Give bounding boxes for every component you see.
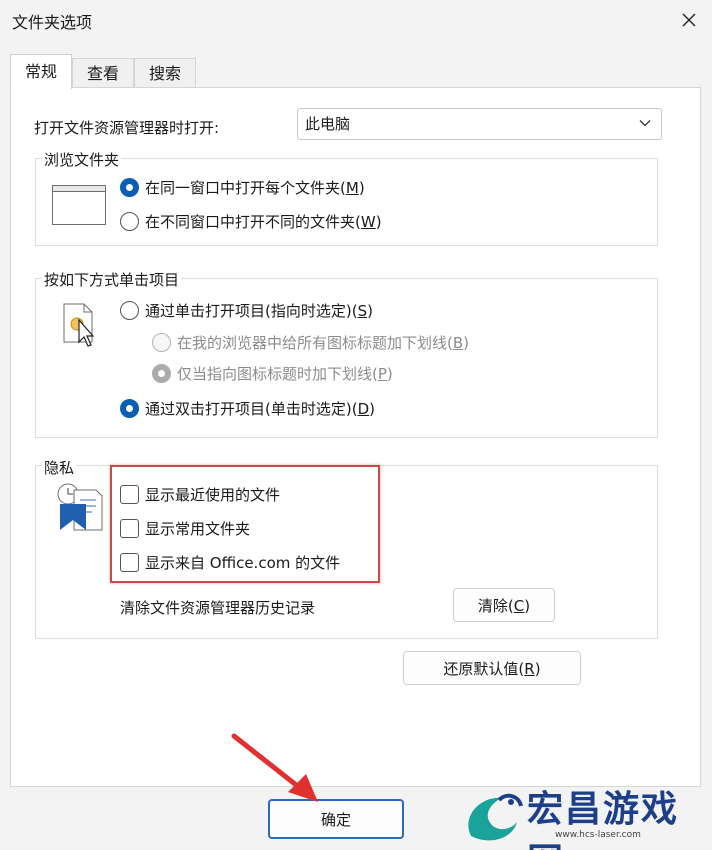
radio-new-window[interactable]: 在不同窗口中打开不同的文件夹(W): [120, 211, 382, 232]
radio-double-click-label: 通过双击打开项目(单击时选定)(D): [145, 400, 375, 418]
click-items-title: 按如下方式单击项目: [42, 269, 182, 290]
clear-button-label: 清除(C): [477, 596, 531, 615]
radio-same-window-label: 在同一窗口中打开每个文件夹(M): [145, 179, 365, 197]
clear-history-label: 清除文件资源管理器历史记录: [120, 599, 316, 617]
radio-indicator: [120, 301, 139, 320]
recent-files-icon: [57, 483, 103, 531]
radio-single-click-label: 通过单击打开项目(指向时选定)(S): [145, 302, 373, 320]
tab-general[interactable]: 常规: [10, 54, 73, 89]
tab-view[interactable]: 查看: [72, 58, 135, 88]
restore-defaults-button[interactable]: 还原默认值(R): [403, 651, 581, 685]
restore-defaults-label: 还原默认值(R): [443, 659, 541, 678]
radio-underline-all[interactable]: 在我的浏览器中给所有图标标题加下划线(B): [152, 332, 469, 353]
annotation-arrow-icon: [231, 733, 318, 802]
tab-search[interactable]: 搜索: [134, 58, 197, 88]
radio-underline-point-label: 仅当指向图标标题时加下划线(P): [177, 365, 393, 383]
radio-underline-all-label: 在我的浏览器中给所有图标标题加下划线(B): [177, 334, 470, 352]
radio-indicator: [152, 364, 171, 383]
dragon-logo-icon: [468, 793, 523, 841]
open-explorer-label: 打开文件资源管理器时打开:: [34, 119, 220, 137]
privacy-title: 隐私: [42, 457, 77, 478]
document-cursor-icon: [63, 303, 95, 347]
radio-indicator: [120, 399, 139, 418]
browse-folders-title: 浏览文件夹: [42, 149, 122, 170]
ok-button-label: 确定: [320, 810, 351, 829]
radio-double-click[interactable]: 通过双击打开项目(单击时选定)(D): [120, 398, 375, 419]
radio-indicator: [120, 178, 139, 197]
close-button[interactable]: [666, 0, 712, 40]
open-explorer-value: 此电脑: [305, 115, 351, 133]
chevron-down-icon: [639, 120, 651, 127]
title-bar: 文件夹选项: [0, 0, 712, 40]
tab-strip: 常规 查看 搜索: [10, 54, 197, 89]
annotation-highlight-box: [110, 465, 380, 583]
window-preview-icon: [52, 185, 106, 225]
watermark: 宏昌游戏网 www.hcs-laser.com: [455, 760, 712, 850]
open-explorer-select[interactable]: 此电脑: [297, 108, 662, 140]
radio-indicator: [152, 333, 171, 352]
clear-button[interactable]: 清除(C): [453, 588, 555, 622]
radio-same-window[interactable]: 在同一窗口中打开每个文件夹(M): [120, 177, 365, 198]
browse-folders-group: [35, 158, 658, 246]
radio-single-click[interactable]: 通过单击打开项目(指向时选定)(S): [120, 300, 373, 321]
watermark-url: www.hcs-laser.com: [555, 830, 641, 840]
radio-indicator: [120, 212, 139, 231]
close-icon: [682, 13, 696, 27]
radio-underline-point[interactable]: 仅当指向图标标题时加下划线(P): [152, 363, 393, 384]
window-title: 文件夹选项: [12, 13, 93, 32]
radio-new-window-label: 在不同窗口中打开不同的文件夹(W): [145, 213, 382, 231]
